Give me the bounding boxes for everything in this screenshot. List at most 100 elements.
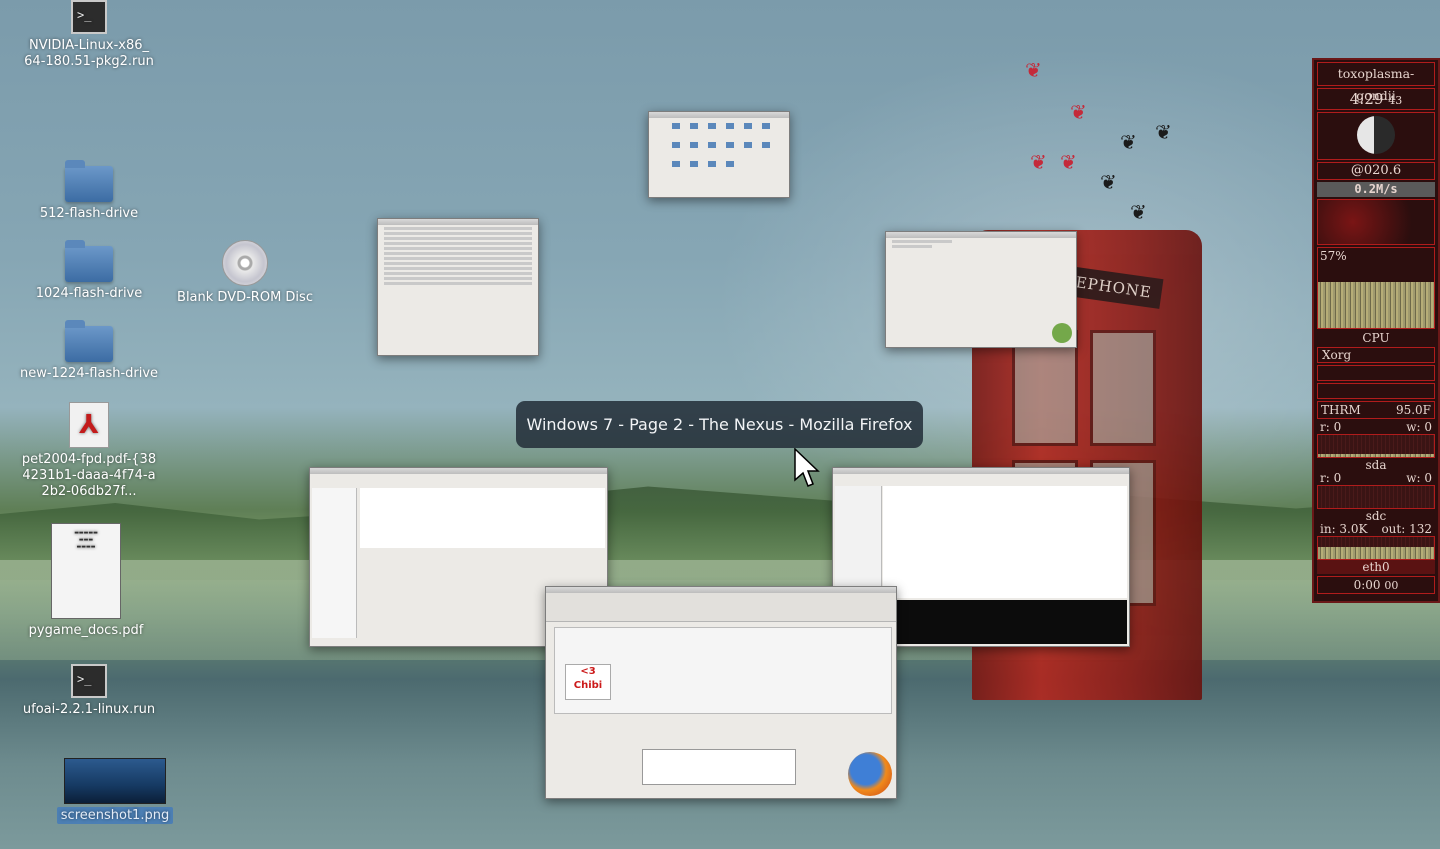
sdc-write: w: 0 (1406, 471, 1432, 485)
forum-post: <3 Chibi (554, 627, 892, 714)
butterfly-icon: ❦ (1025, 58, 1042, 82)
desktop-icon-label: 512-flash-drive (39, 206, 139, 221)
top-process: Xorg (1317, 347, 1435, 363)
table-row (384, 262, 532, 265)
text-line (892, 245, 932, 248)
sda-write: w: 0 (1406, 420, 1432, 434)
desktop-icon-512-flash-drive[interactable]: 512-flash-drive (14, 160, 164, 222)
moon-phase (1317, 112, 1435, 160)
folder-icon (726, 142, 734, 148)
desktop-icon-new-1224-flash-drive[interactable]: new-1224-flash-drive (14, 320, 164, 382)
folder-icon (672, 161, 680, 167)
sda-graph (1317, 434, 1435, 458)
reply-box (642, 749, 796, 785)
moon-icon (1357, 116, 1395, 154)
folder-icon (726, 123, 734, 129)
browser-toolbar (546, 593, 896, 622)
desktop-icon-label: pet2004-fpd.pdf-{384231b1-daaa-4f74-a2b2… (21, 452, 157, 499)
folder-icon (708, 123, 716, 129)
sdc-graph (1317, 485, 1435, 509)
window-thumbnail-system-monitor[interactable] (377, 218, 539, 356)
desktop-icon-pet2004-pdf[interactable]: ⅄ pet2004-fpd.pdf-{384231b1-daaa-4f74-a2… (14, 402, 164, 500)
desktop-icon-label: new-1224-flash-drive (19, 366, 159, 381)
thermal: THRM 95.0F (1317, 401, 1435, 419)
cpu-bars (1318, 281, 1434, 328)
window-thumbnail-file-manager[interactable] (648, 111, 790, 198)
folder-icon (708, 161, 716, 167)
folder-icon (762, 123, 770, 129)
desktop-icon-screenshot1[interactable]: screenshot1.png (40, 758, 190, 824)
table-row (384, 277, 532, 280)
folder-icon (65, 160, 113, 202)
folder-icon (744, 123, 752, 129)
folder-icon (690, 123, 698, 129)
clock: 4:29 43 (1317, 88, 1435, 110)
butterfly-icon: ❦ (1120, 130, 1137, 154)
butterfly-icon: ❦ (1030, 150, 1047, 174)
eth-in: in: 3.0K (1320, 522, 1368, 536)
sdc-label: sdc (1365, 509, 1387, 523)
firefox-logo-icon (848, 752, 892, 796)
table-row (384, 272, 532, 275)
window-thumbnail-chat[interactable] (885, 231, 1077, 348)
chibi-badge: <3 Chibi (565, 664, 611, 700)
uptime-value: 0:00 (1353, 578, 1381, 592)
mouse-cursor-icon (794, 448, 820, 487)
cpu-label: CPU (1362, 331, 1390, 345)
window-thumbnail-firefox[interactable]: <3 Chibi (545, 586, 897, 799)
hostname: toxoplasma-gondii (1317, 62, 1435, 103)
eth-out: out: 132 (1381, 522, 1432, 536)
table-row (384, 257, 532, 260)
eth-bars (1318, 546, 1434, 559)
table-row (384, 252, 532, 255)
desktop-icon-1024-flash-drive[interactable]: 1024-flash-drive (14, 240, 164, 302)
thermal-label: THRM (1321, 403, 1361, 417)
desktop-icon-pygame-docs[interactable]: ▬▬▬▬▬ ▬▬▬ ▬▬▬▬ pygame_docs.pdf (11, 523, 161, 639)
desktop-icon-ufoai-installer[interactable]: >_ ufoai-2.2.1-linux.run (14, 664, 164, 718)
folder-icon (65, 320, 113, 362)
sda-io: r: 0 w: 0 (1317, 421, 1435, 434)
folder-icon (672, 123, 680, 129)
clock-time: 4:29 (1349, 90, 1384, 108)
window-switcher-tooltip: Windows 7 - Page 2 - The Nexus - Mozilla… (516, 401, 923, 448)
sda-read: r: 0 (1320, 420, 1342, 434)
folder-icon (690, 161, 698, 167)
eth-io: in: 3.0K out: 132 (1317, 523, 1435, 536)
table-row (384, 227, 532, 230)
uptime-seconds: 00 (1384, 579, 1399, 592)
desktop-icon-label: ufoai-2.2.1-linux.run (22, 702, 156, 717)
text-line (892, 240, 952, 243)
disc-icon (222, 240, 268, 286)
document-thumbnail: ▬▬▬▬▬ ▬▬▬ ▬▬▬▬ (51, 523, 121, 619)
desktop-icon-label: Blank DVD-ROM Disc (177, 290, 313, 305)
butterfly-icon: ❦ (1100, 170, 1117, 194)
folder-icon (65, 240, 113, 282)
process-slot (1317, 383, 1435, 399)
desktop-icon-nvidia-installer[interactable]: >_ NVIDIA-Linux-x86_ 64-180.51-pkg2.run (14, 0, 164, 70)
butterfly-icon: ❦ (1130, 200, 1147, 224)
desktop-icon-label: pygame_docs.pdf (28, 623, 144, 638)
conky-system-monitor: toxoplasma-gondii 4:29 43 @020.6 0.2M/s … (1312, 58, 1440, 603)
window-titlebar (886, 232, 1076, 238)
cpu-graph: 57% (1317, 247, 1435, 329)
terminal-icon: >_ (71, 664, 107, 698)
eth-graph (1317, 536, 1435, 560)
booth-window (1090, 330, 1156, 446)
desktop-icon-blank-dvd[interactable]: Blank DVD-ROM Disc (170, 240, 320, 306)
table-row (384, 242, 532, 245)
sidebar-pane (312, 488, 357, 638)
folder-icon (744, 142, 752, 148)
folder-icon (726, 161, 734, 167)
terminal-icon: >_ (71, 0, 107, 34)
table-row (384, 237, 532, 240)
sda-bars (1318, 453, 1434, 457)
clock-seconds: 43 (1388, 94, 1403, 107)
window-titlebar (378, 219, 538, 225)
desktop-icon-label: 1024-flash-drive (35, 286, 143, 301)
message-list (360, 488, 605, 548)
sdc-read: r: 0 (1320, 471, 1342, 485)
table-row (384, 282, 532, 285)
table-row (384, 267, 532, 270)
table-row (384, 247, 532, 250)
editor-pane (883, 486, 1127, 598)
